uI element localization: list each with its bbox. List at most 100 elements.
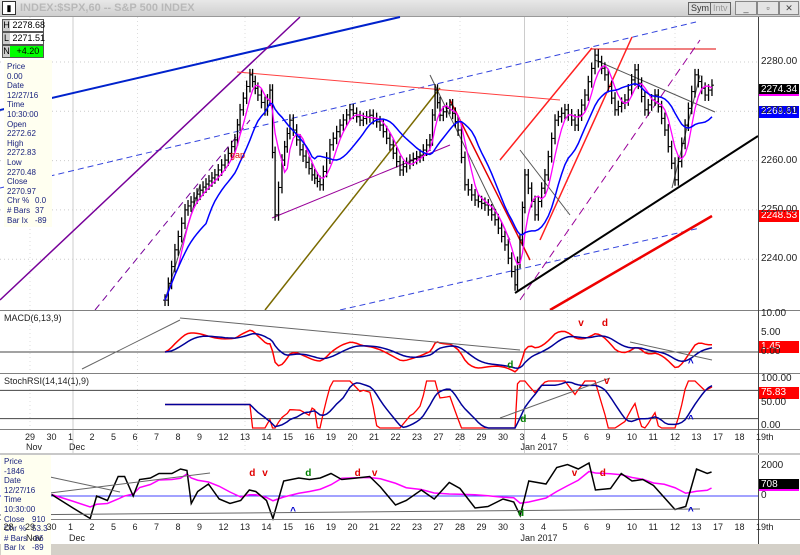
info-label: # Bars (7, 205, 31, 215)
stoch-tick: 100.00 (761, 373, 792, 384)
info-value: -1846 (4, 466, 25, 476)
breadth-annotation: d (354, 468, 361, 479)
macd-tick: 10.00 (761, 308, 787, 319)
macd-annotation: ^ (687, 358, 694, 369)
x-axis-label: 13 (240, 432, 251, 442)
x-axis-label: 12 (218, 432, 229, 442)
macd-annotation: d (601, 318, 608, 329)
lower-x-axis-label: 6 (584, 522, 590, 532)
info-value: -89 (32, 543, 44, 553)
x-axis-label: 23 (412, 432, 423, 442)
x-axis-label: 1 (68, 432, 74, 442)
macd-tick: 0.00 (761, 346, 781, 357)
lower-x-axis-label: 1 (68, 522, 74, 532)
lower-x-axis-label: 13 (240, 522, 251, 532)
x-axis-label: 28 (455, 432, 466, 442)
lower-x-axis-label: 22 (390, 522, 401, 532)
info-value: 2270.97 (7, 186, 36, 196)
breadth-annotation: v (371, 468, 378, 479)
breadth-annotation: d (518, 508, 525, 519)
x-axis-label: 7 (154, 432, 160, 442)
lower-x-axis-label: 3 (519, 522, 525, 532)
info-row: Chr % 0.0 (7, 196, 49, 206)
lower-x-axis-label: 28 (3, 522, 14, 532)
chart-canvas[interactable] (0, 0, 800, 544)
month-label: Dec (69, 442, 86, 452)
stoch-tick: 50.00 (761, 396, 787, 408)
info-value: 2272.83 (7, 148, 36, 158)
macd-annotation: v (578, 318, 584, 329)
lower-month-label: Nov (26, 533, 43, 543)
info-value: 12/27/16 (7, 90, 39, 100)
info-row: Price-1846 (4, 457, 48, 476)
x-axis-label: 20 (347, 432, 358, 442)
lower-month-label: Dec (69, 533, 86, 543)
lower-x-axis-label: 28 (455, 522, 466, 532)
lower-x-axis-label: 7 (154, 522, 160, 532)
lower-x-axis-label: 5 (111, 522, 117, 532)
last-price-tag: 2274.34 (759, 84, 799, 96)
bar-info-panel: Price0.00 Date12/27/16 Time10:30:00 Open227… (4, 60, 52, 228)
info-label: High (7, 138, 24, 148)
info-value: 2270.48 (7, 167, 36, 177)
x-axis-label: 11 (648, 432, 658, 442)
price-tick: 2260.00 (761, 154, 798, 166)
x-axis-label: 6 (584, 432, 590, 442)
x-axis-label: 22 (390, 432, 401, 442)
breadth-tick: 0 (761, 490, 767, 501)
x-axis-label: 15 (283, 432, 294, 442)
info-row: Date12/27/16 (7, 81, 49, 100)
breadth-annotation: v (571, 468, 578, 479)
info-label: Close (7, 177, 28, 187)
price-tick: 2270.00 (761, 105, 798, 117)
lower-x-axis-label: 11 (648, 522, 658, 532)
x-axis-label: 16 (304, 432, 315, 442)
lower-x-axis-label: 8 (175, 522, 181, 532)
info-label: Price (7, 62, 26, 71)
lower-x-axis-label: 20 (347, 522, 358, 532)
lower-x-axis-label: 9 (197, 522, 203, 532)
lower-x-axis-label: 12 (670, 522, 681, 532)
lower-x-axis-label: 2 (89, 522, 95, 532)
x-axis-label: 19th (756, 432, 774, 442)
price-tick: 2250.00 (761, 203, 798, 215)
x-axis-label: 6 (132, 432, 138, 442)
info-label: Date (7, 81, 24, 91)
x-axis-label: 18 (734, 432, 745, 442)
lower-x-axis-label: 30 (498, 522, 509, 532)
high-readout: H 2278.68 (2, 19, 46, 32)
lower-x-axis-label: 14 (261, 522, 272, 532)
lower-x-axis-label: 29 (25, 522, 36, 532)
gap-annotation: gap (230, 150, 246, 160)
breadth-annotation: ^ (687, 506, 694, 517)
x-axis-label: 13 (691, 432, 702, 442)
x-axis-label: 9 (605, 432, 611, 442)
x-axis-label: 21 (369, 432, 380, 442)
lower-x-axis-label: 15 (283, 522, 294, 532)
info-row: Low2270.48 (7, 158, 49, 177)
info-row: Open2272.62 (7, 120, 49, 139)
lower-x-axis-label: 16 (304, 522, 315, 532)
lower-x-axis-label: 27 (433, 522, 444, 532)
breadth-annotation: d (305, 468, 312, 479)
lower-x-axis-label: 30 (46, 522, 57, 532)
info-label: Time (4, 495, 22, 505)
info-value: -89 (35, 215, 47, 225)
x-axis-label: 8 (175, 432, 181, 442)
info-row: Price0.00 (7, 62, 49, 81)
x-axis-label: 19 (326, 432, 337, 442)
lower-x-axis-label: 6 (132, 522, 138, 532)
macd-label: MACD(6,13,9) (4, 313, 62, 323)
breadth-annotation: v (262, 468, 268, 479)
x-axis-label: 4 (541, 432, 547, 442)
lower-x-axis-label: 19 (326, 522, 337, 532)
lower-x-axis-label: 18 (734, 522, 745, 532)
stoch-tick: 0.00 (761, 420, 781, 431)
info-value: 2272.62 (7, 129, 36, 139)
info-row: Bar Ix -89 (4, 543, 48, 553)
macd-tick: 5.00 (761, 327, 781, 338)
info-label: Chr % (7, 196, 30, 206)
lower-x-axis-label: 9 (605, 522, 611, 532)
x-axis-label: 27 (433, 432, 444, 442)
lower-x-axis-label: 21 (369, 522, 380, 532)
